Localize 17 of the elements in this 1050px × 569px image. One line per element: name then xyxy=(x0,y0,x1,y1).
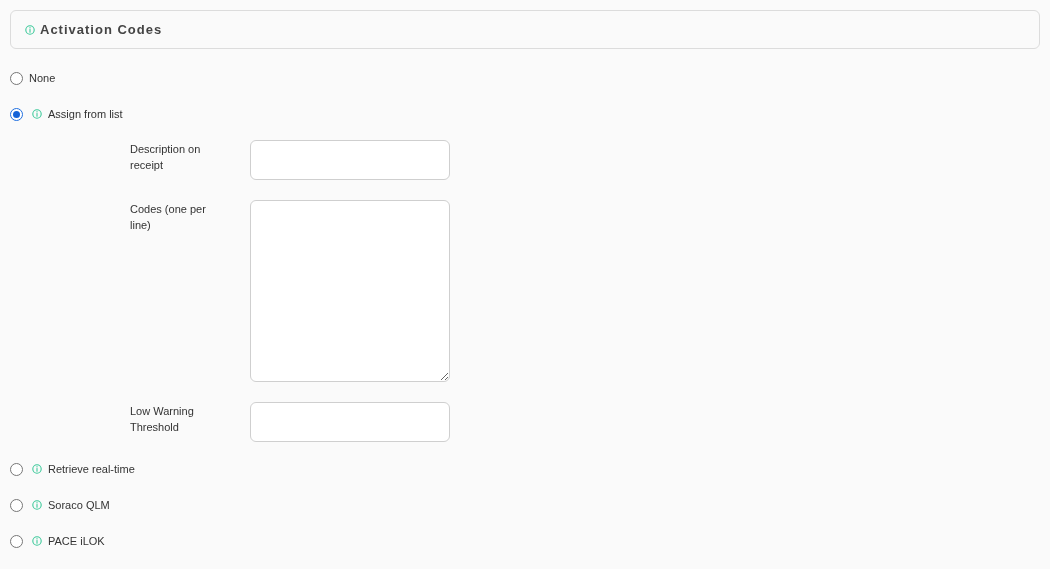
field-label: Codes (one per line) xyxy=(130,202,207,233)
radio-button[interactable] xyxy=(10,498,23,512)
field-label: Description on receipt xyxy=(130,142,202,173)
option-label: Assign from list xyxy=(48,106,123,122)
radio-button[interactable] xyxy=(10,462,23,476)
radio-button[interactable] xyxy=(10,107,23,121)
text-input-field[interactable] xyxy=(250,402,450,442)
radio-button[interactable] xyxy=(10,534,23,548)
codes-textarea-field[interactable] xyxy=(250,200,450,382)
section-title: Activation Codes xyxy=(40,20,163,39)
text-input-field[interactable] xyxy=(250,140,450,180)
option-label: PACE iLOK xyxy=(48,533,105,549)
option-label: Soraco QLM xyxy=(48,497,110,513)
radio-button[interactable] xyxy=(10,71,23,85)
field-label: Low Warning Threshold xyxy=(130,404,195,435)
option-label: None xyxy=(29,70,56,86)
option-label: Retrieve real-time xyxy=(48,461,135,477)
